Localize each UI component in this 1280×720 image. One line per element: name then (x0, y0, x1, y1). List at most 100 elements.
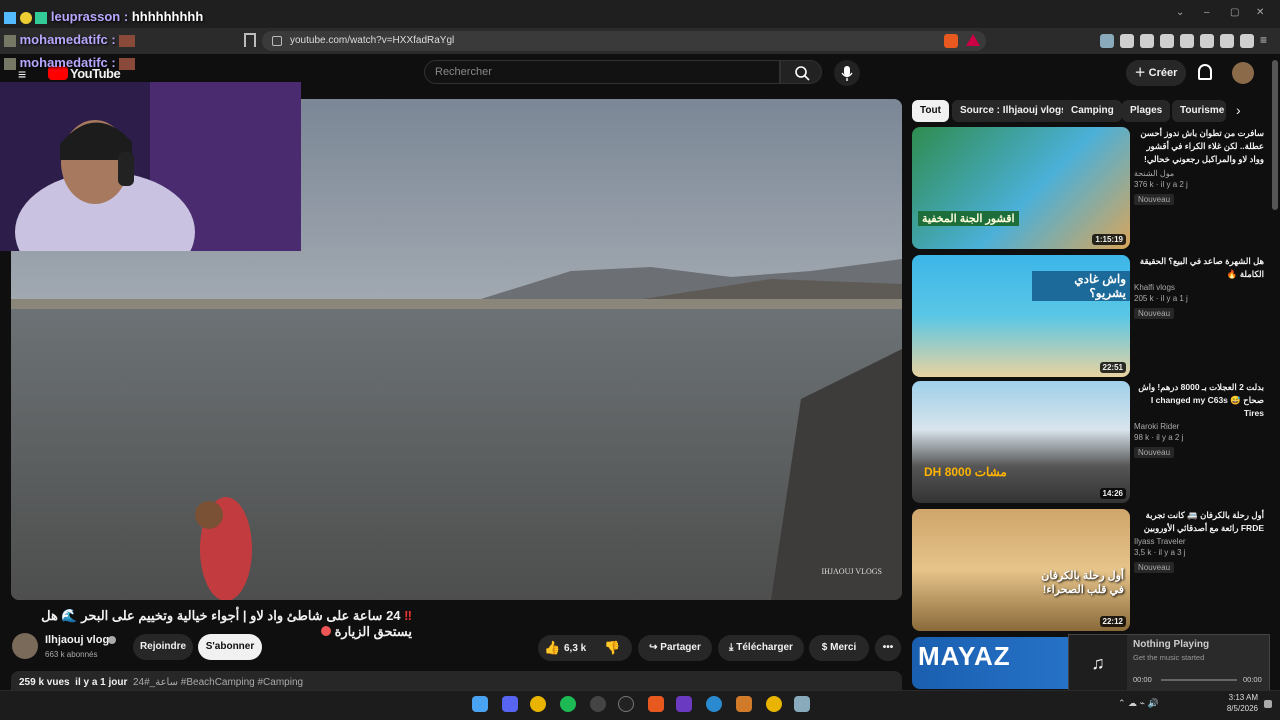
view-count: 376 k (1134, 180, 1154, 189)
player-progress-bar[interactable] (1161, 679, 1237, 681)
minimize-icon[interactable]: ⌄ (1176, 8, 1186, 18)
extensions-puzzle-icon[interactable] (1140, 34, 1154, 48)
bookmark-icon[interactable] (244, 33, 256, 47)
app-icon[interactable] (676, 696, 692, 712)
url-field[interactable]: youtube.com/watch?v=HXXfadRaYgl (262, 31, 986, 51)
maximize-icon[interactable]: ▢ (1230, 8, 1240, 18)
upload-age: il y a 2 j (1160, 180, 1188, 189)
chip-camping[interactable]: Camping (1063, 100, 1122, 122)
video-watermark: IHJAOUJ VLOGS (821, 567, 882, 576)
download-button[interactable]: ⤓ Télécharger (718, 635, 804, 661)
notifications-icon[interactable] (1264, 700, 1272, 708)
chrome-icon[interactable] (766, 696, 782, 712)
scrollbar[interactable] (1272, 60, 1278, 210)
leo-icon[interactable] (1220, 34, 1234, 48)
music-note-icon: ♫ (1069, 635, 1127, 691)
more-actions-button[interactable]: ••• (875, 635, 901, 661)
brave-icon[interactable] (648, 696, 664, 712)
thanks-icon: $ (821, 642, 831, 653)
extension-icon[interactable] (1100, 34, 1114, 48)
player-time-start: 00:00 (1133, 675, 1152, 684)
channel-name[interactable]: Ilhjaouj vlogs (45, 634, 115, 646)
create-button[interactable]: ＋ Créer (1126, 60, 1186, 86)
vpn-icon[interactable] (1240, 34, 1254, 48)
chrome-icon[interactable] (530, 696, 546, 712)
view-count: 98 k (1134, 433, 1150, 442)
recommended-video[interactable]: اقشور الجنة المخفية 1:15:19 سافرت من تطو… (912, 127, 1268, 249)
thanks-label: Merci (830, 642, 857, 653)
site-info-icon[interactable] (272, 36, 282, 46)
obs-icon[interactable] (590, 696, 606, 712)
join-button[interactable]: Rejoindre (133, 634, 193, 660)
chip-beaches[interactable]: Plages (1122, 100, 1171, 122)
sidebar-icon[interactable] (1180, 34, 1194, 48)
extension-icon[interactable] (1160, 34, 1174, 48)
system-tray-icons[interactable]: ⌃ ☁ ⌁ 🔊 (1118, 698, 1159, 709)
hashtags[interactable]: ساعة_#24 #BeachCamping #Camping (133, 677, 303, 688)
exclamation-icon: ‼ (400, 608, 412, 623)
chip-source[interactable]: Source : Ilhjaouj vlogs (952, 100, 1075, 122)
recommended-video[interactable]: أول رحلة بالكرفان في قلب الصحراء! 22:12 … (912, 509, 1268, 631)
app-icon[interactable] (736, 696, 752, 712)
description-box[interactable]: 259 k vues il y a 1 jour ساعة_#24 #Beach… (11, 671, 902, 691)
video-thumbnail[interactable]: مشات 8000 DH 14:26 (912, 381, 1130, 503)
video-thumbnail[interactable]: اقشور الجنة المخفية 1:15:19 (912, 127, 1130, 249)
like-icon[interactable]: 👍 (544, 640, 560, 656)
player-time-end: 00:00 (1243, 675, 1262, 684)
channel-name[interactable]: Khalfi vlogs (1134, 283, 1264, 292)
badge-icon (4, 34, 16, 47)
spotify-icon[interactable] (560, 696, 576, 712)
notifications-bell-icon[interactable] (1198, 64, 1212, 80)
rewards-icon[interactable] (966, 34, 980, 46)
chip-tourism[interactable]: Tourisme (1172, 100, 1226, 122)
clock-time[interactable]: 3:13 AM (1216, 693, 1258, 702)
recommended-video[interactable]: واش غادي يشريو؟ 22:51 هل الشهرة صاعد في … (912, 255, 1268, 377)
download-label: Télécharger (736, 642, 793, 653)
close-icon[interactable]: ✕ (1256, 8, 1266, 18)
channel-name[interactable]: مول الشنحة (1134, 169, 1264, 178)
thanks-button[interactable]: $ Merci (809, 635, 869, 661)
player-subtitle: Get the music started (1133, 653, 1205, 662)
recommended-video[interactable]: مشات 8000 DH 14:26 بدلت 2 العجلات بـ 800… (912, 381, 1268, 503)
video-thumbnail[interactable]: أول رحلة بالكرفان في قلب الصحراء! 22:12 (912, 509, 1130, 631)
new-badge: Nouveau (1134, 308, 1175, 319)
thumbnail-text: MAYAZ (918, 641, 1011, 671)
video-stats: 98 k · il y a 2 j (1134, 433, 1184, 442)
channel-name[interactable]: Ilyass Traveler (1134, 537, 1264, 546)
duration-badge: 1:15:19 (1092, 234, 1126, 245)
chat-username: leuprasson (50, 9, 121, 24)
upload-age: il y a 2 j (1156, 433, 1184, 442)
search-input[interactable]: Rechercher (424, 60, 780, 84)
video-title[interactable]: سافرت من تطوان باش ندوز أحسن عطلة.. لكن … (1134, 127, 1264, 167)
channel-avatar[interactable] (12, 633, 38, 659)
video-title[interactable]: أول رحلة بالكرفان 🚐 كانت تجربة FRDE رائع… (1134, 509, 1264, 535)
app-icon[interactable] (794, 696, 810, 712)
start-icon[interactable] (472, 696, 488, 712)
chevron-right-icon[interactable]: › (1236, 102, 1241, 118)
video-title[interactable]: هل الشهرة صاعد في البيع؟ الحقيقة الكاملة… (1134, 255, 1264, 281)
menu-icon[interactable]: ≡ (1260, 33, 1267, 47)
discord-icon[interactable] (502, 696, 518, 712)
clock-date[interactable]: 8/5/2026 (1216, 704, 1258, 713)
dislike-icon[interactable]: 👎 (604, 640, 620, 656)
app-icon[interactable] (618, 696, 634, 712)
account-avatar[interactable] (1232, 62, 1254, 84)
video-stats: 3,5 k · il y a 3 j (1134, 548, 1186, 557)
thumbnail-text: واش غادي يشريو؟ (1032, 271, 1130, 301)
chat-text: hhhhhhhhh (131, 9, 204, 24)
video-title[interactable]: بدلت 2 العجلات بـ 8000 درهم! واش صحاح 😅 … (1134, 381, 1264, 420)
minimize-window-icon[interactable]: – (1204, 8, 1214, 18)
telegram-icon[interactable] (706, 696, 722, 712)
chip-all[interactable]: Tout (912, 100, 949, 122)
voice-search-button[interactable] (834, 60, 860, 86)
extension-icon[interactable] (1120, 34, 1134, 48)
brave-shield-icon[interactable] (944, 34, 958, 48)
video-thumbnail[interactable]: واش غادي يشريو؟ 22:51 (912, 255, 1130, 377)
share-button[interactable]: ↪ Partager (638, 635, 712, 661)
wallet-icon[interactable] (1200, 34, 1214, 48)
search-button[interactable] (780, 60, 822, 84)
channel-name[interactable]: Maroki Rider (1134, 422, 1264, 431)
subscribe-button[interactable]: S'abonner (198, 634, 262, 660)
chat-separator: : (123, 9, 129, 24)
like-count[interactable]: 6,3 k (564, 643, 586, 654)
